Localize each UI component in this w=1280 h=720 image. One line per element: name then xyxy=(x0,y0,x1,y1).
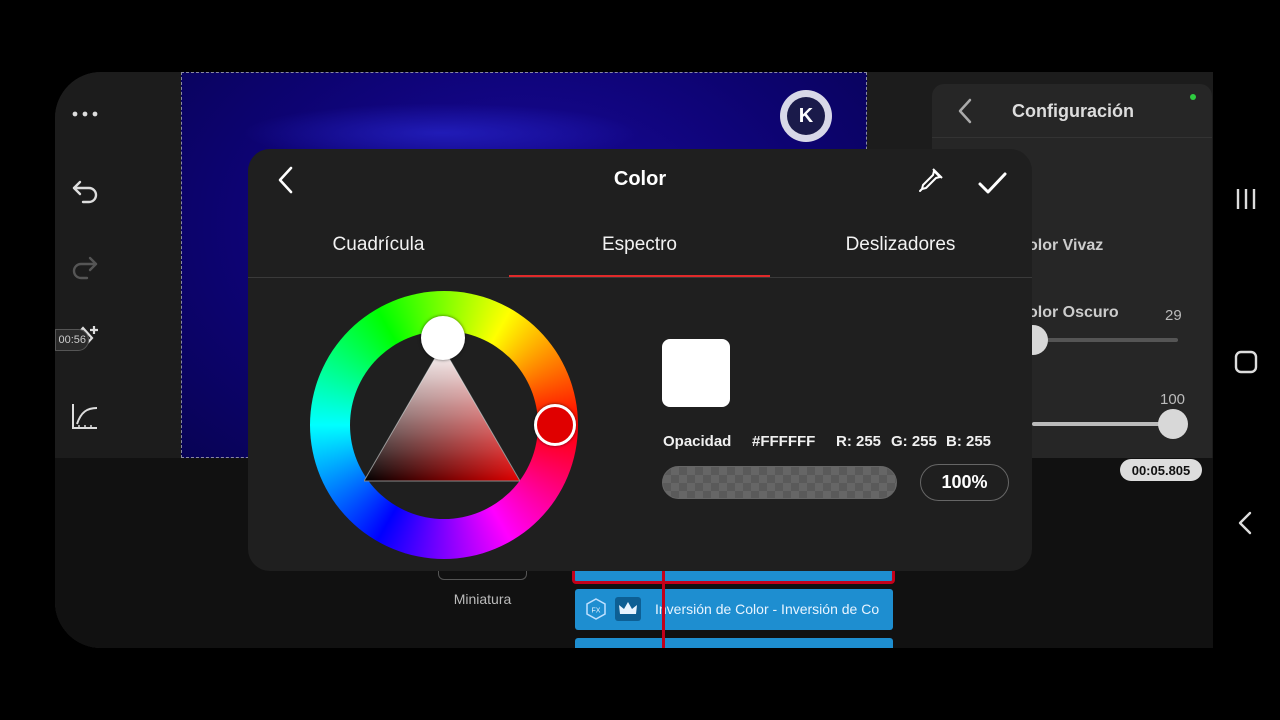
green-value: G: 255 xyxy=(891,433,937,450)
red-value: R: 255 xyxy=(836,433,882,450)
slider1-track[interactable] xyxy=(1032,338,1178,342)
option-vivid[interactable]: olor Vivaz xyxy=(1028,237,1103,255)
slider2-value: 100 xyxy=(1160,391,1186,408)
time-readout: 00:05.805 xyxy=(1120,459,1202,481)
crown-icon xyxy=(615,597,641,621)
home-icon[interactable] xyxy=(1231,347,1261,382)
hex-value[interactable]: #FFFFFF xyxy=(752,433,815,450)
back-chevron-icon[interactable] xyxy=(954,96,976,131)
system-nav xyxy=(1213,72,1280,648)
clip-label: Inversión de Color - Inversión de Co xyxy=(655,601,880,617)
svg-text:FX: FX xyxy=(592,608,601,615)
thumbnail-label: Miniatura xyxy=(453,591,512,607)
curve-icon[interactable] xyxy=(67,398,103,434)
eyedropper-icon[interactable] xyxy=(914,165,946,197)
triangle-knob[interactable] xyxy=(421,316,465,360)
fx-icon: FX xyxy=(585,598,607,620)
color-swatch xyxy=(662,339,730,407)
tab-grid[interactable]: Cuadrícula xyxy=(248,234,509,256)
active-tab-indicator xyxy=(509,275,770,277)
nav-back-icon[interactable] xyxy=(1231,508,1261,543)
option-dark[interactable]: olor Oscuro xyxy=(1028,304,1119,322)
tab-spectrum[interactable]: Espectro xyxy=(509,234,770,256)
slider1-value: 29 xyxy=(1165,307,1182,324)
opacity-slider[interactable] xyxy=(662,466,897,499)
opacity-label: Opacidad xyxy=(663,433,732,450)
clip-next[interactable] xyxy=(575,638,893,648)
check-icon[interactable] xyxy=(976,167,1008,199)
undo-icon[interactable] xyxy=(67,172,103,208)
timecode-badge: 00:56 xyxy=(55,329,89,351)
slider2-knob[interactable] xyxy=(1158,409,1188,439)
color-wheel[interactable] xyxy=(310,291,578,559)
clip-effect[interactable]: FX Inversión de Color - Inversión de Co xyxy=(575,589,893,630)
settings-title: Configuración xyxy=(1012,101,1134,121)
blue-value: B: 255 xyxy=(946,433,992,450)
recent-apps-icon[interactable] xyxy=(1231,184,1261,219)
color-dialog: Color Cuadrícula Espectro Deslizadores O… xyxy=(248,149,1032,571)
redo-icon[interactable] xyxy=(67,248,103,284)
saturation-triangle[interactable] xyxy=(364,346,520,483)
tab-bar: Cuadrícula Espectro Deslizadores xyxy=(248,221,1032,278)
slider2-track[interactable] xyxy=(1032,422,1178,426)
tab-sliders[interactable]: Deslizadores xyxy=(770,234,1031,256)
opacity-value[interactable]: 100% xyxy=(920,464,1009,501)
status-dot xyxy=(1190,94,1196,100)
watermark-logo: K xyxy=(780,90,832,142)
hue-knob[interactable] xyxy=(534,404,576,446)
settings-header: Configuración xyxy=(932,84,1212,138)
logo-letter: K xyxy=(787,97,825,135)
more-icon[interactable] xyxy=(67,96,103,132)
playhead[interactable] xyxy=(662,560,665,648)
